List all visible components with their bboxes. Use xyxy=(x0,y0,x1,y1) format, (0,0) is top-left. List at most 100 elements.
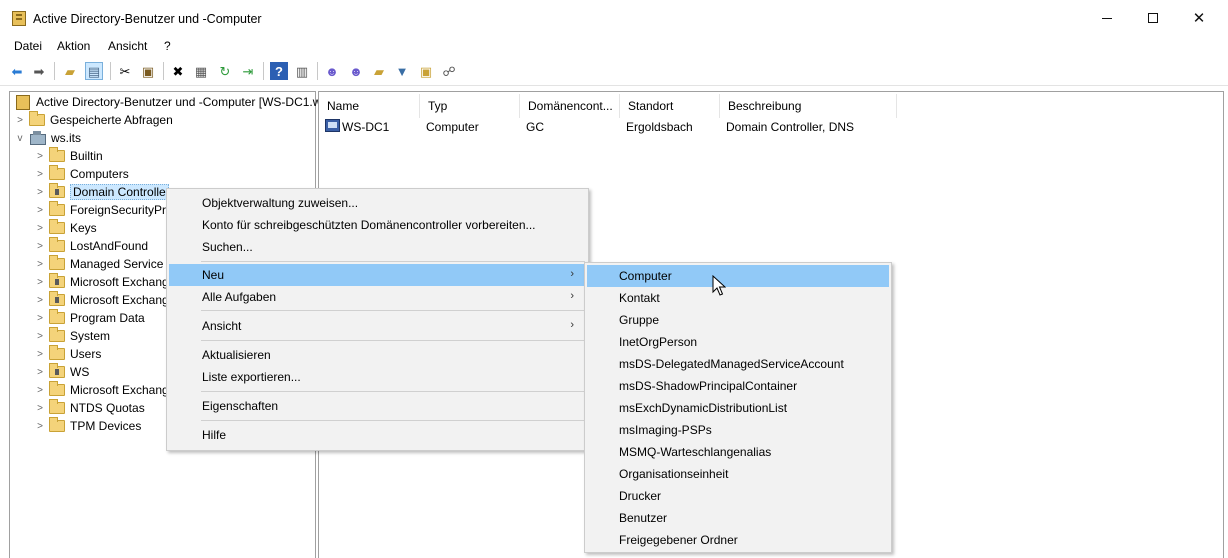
menu-item-prepare-rodc[interactable]: Konto für schreibgeschützten Domänencont… xyxy=(169,214,586,236)
submenu-item-ou[interactable]: Organisationseinheit xyxy=(587,463,889,485)
submenu-item-computer[interactable]: Computer xyxy=(587,265,889,287)
delegate-icon[interactable]: ☍ xyxy=(440,62,458,80)
chevron-right-icon[interactable]: > xyxy=(34,385,46,396)
chevron-right-icon[interactable]: > xyxy=(34,277,46,288)
chevron-right-icon[interactable]: > xyxy=(34,259,46,270)
tree-item-computers[interactable]: > Computers xyxy=(34,165,129,183)
maximize-button[interactable] xyxy=(1130,0,1176,36)
tree-item-foreign-security[interactable]: > ForeignSecurityPr xyxy=(34,201,166,219)
submenu-item-printer[interactable]: Drucker xyxy=(587,485,889,507)
column-header-description[interactable]: Beschreibung xyxy=(720,94,897,118)
tree-item-domain-controllers[interactable]: > Domain Controlle xyxy=(34,183,169,201)
export-icon[interactable]: ⇥ xyxy=(239,62,257,80)
chevron-right-icon[interactable]: > xyxy=(34,313,46,324)
submenu-item-shadow-principal[interactable]: msDS-ShadowPrincipalContainer xyxy=(587,375,889,397)
submenu-item-contact[interactable]: Kontakt xyxy=(587,287,889,309)
column-header-type[interactable]: Typ xyxy=(420,94,520,118)
tree-item-microsoft-exchange-2[interactable]: > Microsoft Exchang xyxy=(34,291,169,309)
column-header-site[interactable]: Standort xyxy=(620,94,720,118)
tree-item-program-data[interactable]: > Program Data xyxy=(34,309,145,327)
menu-item-view[interactable]: Ansicht › xyxy=(169,315,586,337)
submenu-item-inetorgperson[interactable]: InetOrgPerson xyxy=(587,331,889,353)
properties-icon[interactable]: ▦ xyxy=(192,62,210,80)
menu-item-refresh[interactable]: Aktualisieren xyxy=(169,344,586,366)
tree-item-users[interactable]: > Users xyxy=(34,345,101,363)
chevron-right-icon[interactable]: > xyxy=(34,187,46,198)
tree-item-label: Domain Controlle xyxy=(70,184,169,200)
tree-item-keys[interactable]: > Keys xyxy=(34,219,97,237)
tree-item-system[interactable]: > System xyxy=(34,327,110,345)
submenu-item-delegated-msa[interactable]: msDS-DelegatedManagedServiceAccount xyxy=(587,353,889,375)
tree-root[interactable]: Active Directory-Benutzer und -Computer … xyxy=(14,93,321,111)
chevron-right-icon[interactable]: > xyxy=(34,421,46,432)
find-icon[interactable]: ▣ xyxy=(417,62,435,80)
submenu-item-group[interactable]: Gruppe xyxy=(587,309,889,331)
menu-item-find[interactable]: Suchen... xyxy=(169,236,586,258)
close-button[interactable]: ✕ xyxy=(1176,0,1222,36)
chevron-right-icon[interactable]: > xyxy=(34,331,46,342)
filter-icon[interactable]: ▼ xyxy=(393,62,411,80)
chevron-right-icon[interactable]: > xyxy=(14,115,26,126)
submenu-item-msmq-alias[interactable]: MSMQ-Warteschlangenalias xyxy=(587,441,889,463)
console-icon[interactable]: ▥ xyxy=(293,62,311,80)
tree-item-managed-service[interactable]: > Managed Service . xyxy=(34,255,170,273)
tree-item-ws[interactable]: > WS xyxy=(34,363,89,381)
menu-aktion[interactable]: Aktion xyxy=(57,39,90,53)
tree-item-builtin[interactable]: > Builtin xyxy=(34,147,103,165)
menu-item-help[interactable]: Hilfe xyxy=(169,424,586,446)
menu-item-properties[interactable]: Eigenschaften xyxy=(169,395,586,417)
new-user-icon[interactable]: ☻ xyxy=(323,62,341,80)
tree-item-ntds-quotas[interactable]: > NTDS Quotas xyxy=(34,399,145,417)
chevron-right-icon[interactable]: > xyxy=(34,151,46,162)
folder-icon xyxy=(49,417,65,432)
ad-root-icon xyxy=(16,94,30,110)
submenu-item-dynamic-dl[interactable]: msExchDynamicDistributionList xyxy=(587,397,889,419)
tree-item-label: Microsoft Exchang xyxy=(70,275,169,289)
submenu-item-user[interactable]: Benutzer xyxy=(587,507,889,529)
up-folder-icon[interactable]: ▰ xyxy=(61,62,79,80)
cut-icon[interactable]: ✂ xyxy=(116,62,134,80)
table-row[interactable]: WS-DC1 Computer GC Ergoldsbach Domain Co… xyxy=(319,118,919,138)
menu-ansicht[interactable]: Ansicht xyxy=(108,39,147,53)
chevron-right-icon[interactable]: > xyxy=(34,241,46,252)
chevron-right-icon[interactable]: > xyxy=(34,205,46,216)
tree-item-domain[interactable]: v ws.its xyxy=(14,129,81,147)
tree-item-microsoft-exchange-1[interactable]: > Microsoft Exchang xyxy=(34,273,169,291)
show-tree-icon[interactable]: ▤ xyxy=(85,62,103,80)
tree-item-tpm-devices[interactable]: > TPM Devices xyxy=(34,417,141,435)
column-header-name[interactable]: Name xyxy=(319,94,420,118)
window-title: Active Directory-Benutzer und -Computer xyxy=(33,12,262,26)
minimize-icon xyxy=(1102,17,1112,19)
delete-icon[interactable]: ✖ xyxy=(169,62,187,80)
mouse-pointer-icon xyxy=(712,275,726,296)
chevron-right-icon[interactable]: > xyxy=(34,295,46,306)
menu-item-all-tasks[interactable]: Alle Aufgaben › xyxy=(169,286,586,308)
column-header-dc[interactable]: Domänencont... xyxy=(520,94,620,118)
tree-item-saved-queries[interactable]: > Gespeicherte Abfragen xyxy=(14,111,173,129)
chevron-right-icon[interactable]: > xyxy=(34,349,46,360)
chevron-right-icon[interactable]: > xyxy=(34,169,46,180)
new-group-icon[interactable]: ☻ xyxy=(347,62,365,80)
menu-help[interactable]: ? xyxy=(164,39,171,53)
minimize-button[interactable] xyxy=(1084,0,1130,36)
new-ou-icon[interactable]: ▰ xyxy=(370,62,388,80)
chevron-right-icon[interactable]: > xyxy=(34,403,46,414)
chevron-down-icon[interactable]: v xyxy=(14,133,26,144)
menu-datei[interactable]: Datei xyxy=(14,39,42,53)
paste-icon[interactable]: ▣ xyxy=(139,62,157,80)
submenu-item-shared-folder[interactable]: Freigegebener Ordner xyxy=(587,529,889,551)
menu-item-export-list[interactable]: Liste exportieren... xyxy=(169,366,586,388)
forward-arrow-icon[interactable]: ➡ xyxy=(30,62,48,80)
submenu-item-imaging-psps[interactable]: msImaging-PSPs xyxy=(587,419,889,441)
toolbar-separator xyxy=(263,62,264,80)
tree-item-lostandfound[interactable]: > LostAndFound xyxy=(34,237,148,255)
menu-item-new[interactable]: Neu › xyxy=(169,264,586,286)
chevron-right-icon[interactable]: > xyxy=(34,367,46,378)
back-arrow-icon[interactable]: ⬅ xyxy=(8,62,26,80)
tree-item-microsoft-exchange-3[interactable]: > Microsoft Exchang xyxy=(34,381,169,399)
menu-item-delegate[interactable]: Objektverwaltung zuweisen... xyxy=(169,192,586,214)
help-icon[interactable]: ? xyxy=(270,62,288,80)
refresh-icon[interactable]: ↻ xyxy=(216,62,234,80)
chevron-right-icon[interactable]: > xyxy=(34,223,46,234)
folder-icon xyxy=(49,345,65,360)
